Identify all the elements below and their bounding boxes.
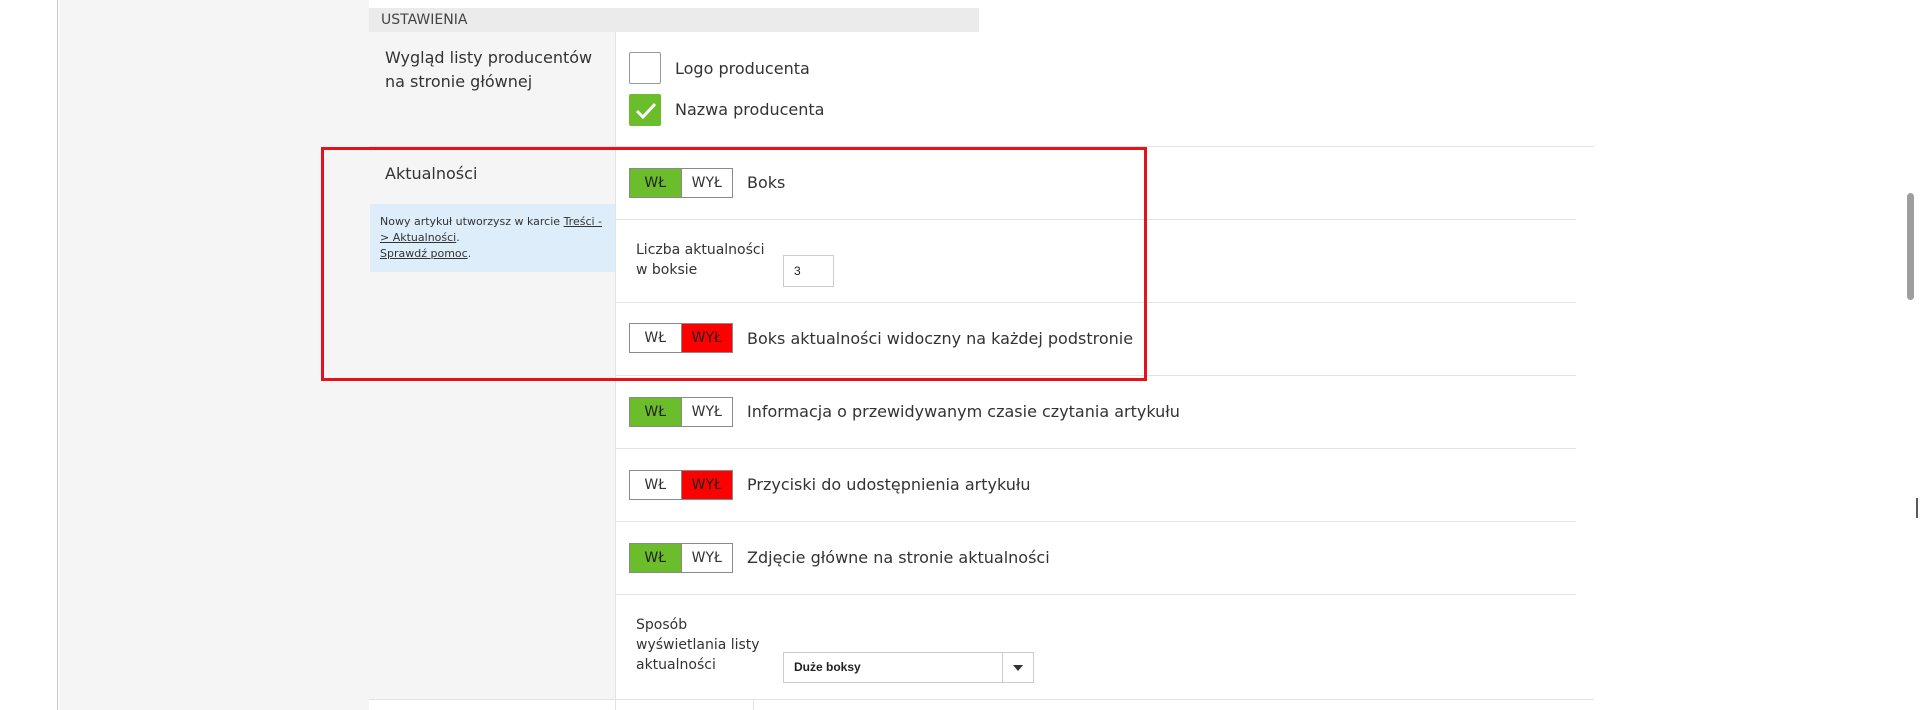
box-every-page-toggle[interactable]: WŁ WYŁ bbox=[629, 323, 733, 353]
display-mode-value: Duże boksy bbox=[794, 660, 861, 674]
main-image-label: Zdjęcie główne na stronie aktualności bbox=[747, 548, 1050, 567]
producer-name-checkbox[interactable] bbox=[629, 94, 661, 126]
share-buttons-toggle[interactable]: WŁ WYŁ bbox=[629, 470, 733, 500]
row-divider bbox=[616, 302, 1576, 303]
main-image-toggle[interactable]: WŁ WYŁ bbox=[629, 543, 733, 573]
producer-name-label: Nazwa producenta bbox=[675, 100, 825, 119]
row-divider bbox=[369, 699, 1594, 700]
box-toggle[interactable]: WŁ WYŁ bbox=[629, 168, 733, 198]
column-divider bbox=[753, 700, 754, 710]
column-divider bbox=[615, 32, 616, 710]
reading-time-label: Informacja o przewidywanym czasie czytan… bbox=[747, 402, 1180, 421]
row-divider bbox=[616, 521, 1576, 522]
logo-producer-checkbox[interactable] bbox=[629, 52, 661, 84]
chevron-down-icon bbox=[1013, 665, 1023, 671]
section-header: USTAWIENIA bbox=[369, 8, 979, 32]
box-every-page-label: Boks aktualności widoczny na każdej pods… bbox=[747, 329, 1134, 348]
row-divider bbox=[616, 219, 1576, 220]
row-divider bbox=[616, 594, 1576, 595]
box-toggle-off[interactable]: WYŁ bbox=[680, 169, 733, 197]
reading-time-toggle-on[interactable]: WŁ bbox=[630, 398, 681, 426]
info-text-end: . bbox=[467, 247, 472, 260]
news-count-input[interactable]: 3 bbox=[783, 255, 834, 287]
news-count-label: Liczba aktualności w boksie bbox=[636, 240, 765, 280]
reading-time-toggle-off[interactable]: WYŁ bbox=[680, 398, 733, 426]
text-cursor-icon bbox=[1916, 498, 1918, 518]
news-count-label-line2: w boksie bbox=[636, 262, 698, 278]
check-icon bbox=[635, 102, 657, 120]
box-toggle-label: Boks bbox=[747, 173, 786, 192]
row-divider bbox=[616, 448, 1576, 449]
news-info-box: Nowy artykuł utworzysz w karcie Treści -… bbox=[370, 204, 615, 272]
display-mode-label: Sposób wyświetlania listy aktualności bbox=[636, 615, 760, 675]
row-divider bbox=[616, 375, 1576, 376]
page-left-border bbox=[57, 0, 58, 710]
help-link[interactable]: Sprawdź pomoc bbox=[380, 247, 468, 260]
box-every-page-toggle-off[interactable]: WYŁ bbox=[680, 324, 732, 352]
share-buttons-toggle-on[interactable]: WŁ bbox=[630, 471, 681, 499]
display-mode-label-line2: wyświetlania listy bbox=[636, 637, 760, 653]
news-label: Aktualności bbox=[385, 164, 478, 183]
dropdown-button[interactable] bbox=[1002, 653, 1033, 682]
display-mode-label-line1: Sposób bbox=[636, 617, 688, 633]
main-image-toggle-on[interactable]: WŁ bbox=[630, 544, 681, 572]
box-toggle-on[interactable]: WŁ bbox=[630, 169, 681, 197]
info-text-dot: . bbox=[456, 231, 460, 244]
display-mode-label-line3: aktualności bbox=[636, 657, 716, 673]
share-buttons-label: Przyciski do udostępnienia artykułu bbox=[747, 475, 1031, 494]
reading-time-toggle[interactable]: WŁ WYŁ bbox=[629, 397, 733, 427]
main-image-toggle-off[interactable]: WYŁ bbox=[680, 544, 733, 572]
box-every-page-toggle-on[interactable]: WŁ bbox=[630, 324, 681, 352]
scrollbar-thumb[interactable] bbox=[1907, 193, 1914, 300]
news-count-label-line1: Liczba aktualności bbox=[636, 242, 765, 258]
logo-producer-label: Logo producenta bbox=[675, 59, 810, 78]
row-divider bbox=[369, 146, 1594, 147]
manufacturers-label: Wygląd listy producentów na stronie głów… bbox=[385, 48, 593, 91]
info-text: Nowy artykuł utworzysz w karcie bbox=[380, 215, 564, 228]
share-buttons-toggle-off[interactable]: WYŁ bbox=[680, 471, 732, 499]
display-mode-select[interactable]: Duże boksy bbox=[783, 652, 1034, 683]
